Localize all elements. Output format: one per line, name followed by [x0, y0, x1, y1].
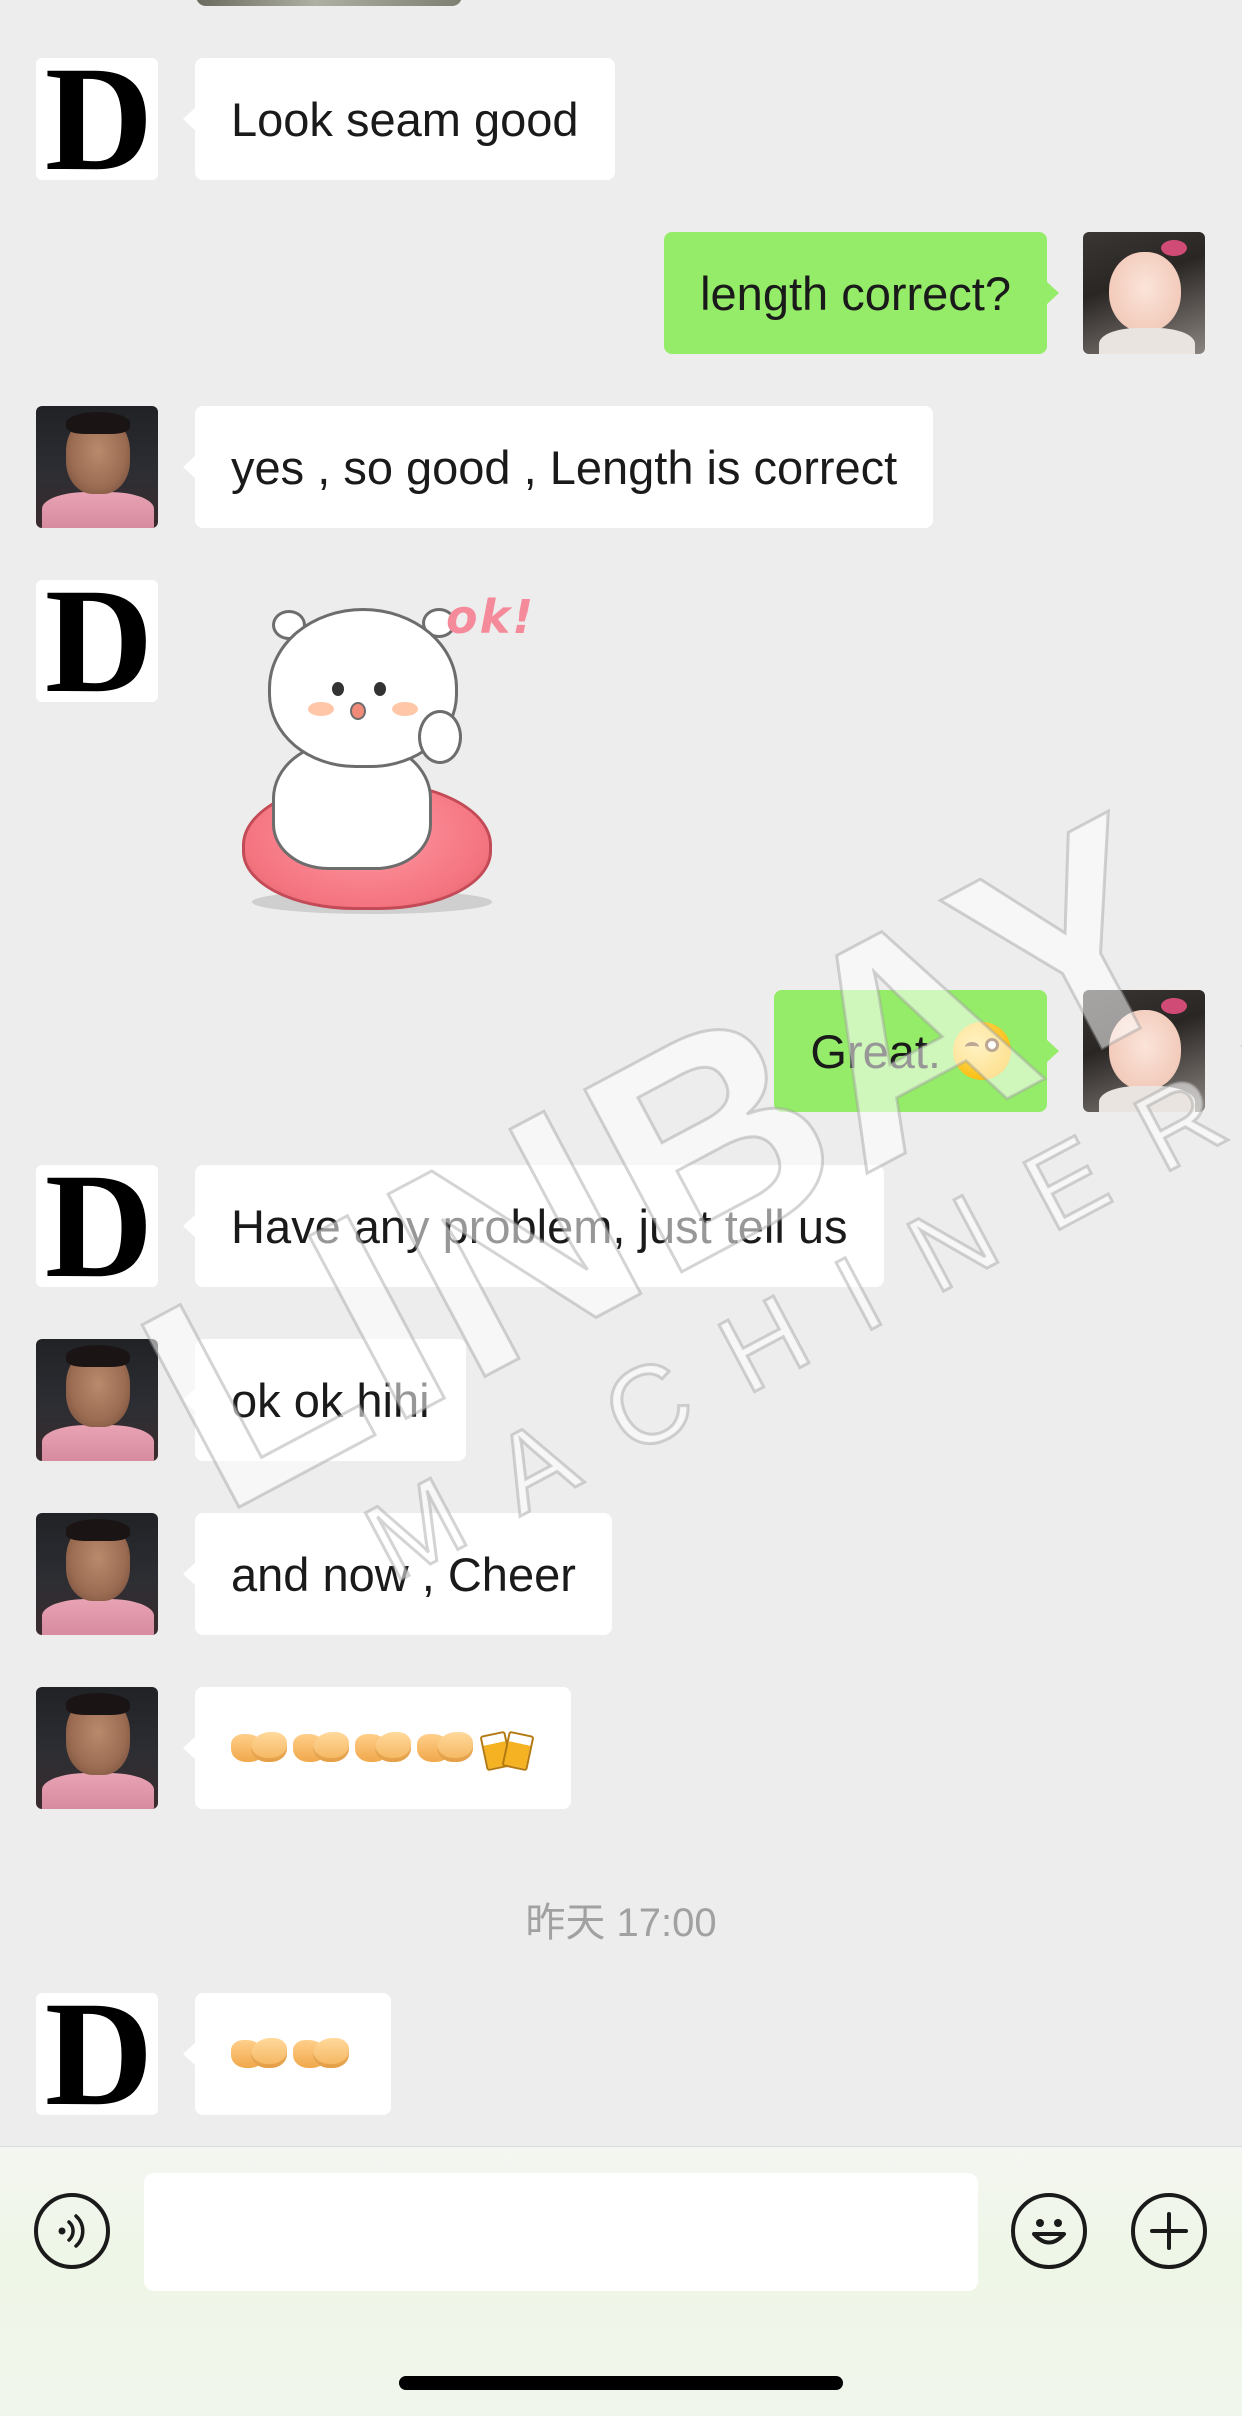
smiley-icon [1032, 2219, 1066, 2245]
avatar-shirt [42, 1599, 154, 1635]
winking-face-icon [953, 1022, 1011, 1080]
avatar-bow [1161, 998, 1187, 1014]
handshake-icon [231, 1728, 287, 1768]
message-bubble-incoming[interactable]: yes , so good , Length is correct [182, 406, 934, 528]
sticker-ok-text: ok! [446, 590, 536, 644]
handshake-icon [355, 1728, 411, 1768]
sticker-bear-blush [392, 702, 418, 716]
message-bubble-outgoing[interactable]: Great. [774, 990, 1059, 1112]
avatar-letter: D [44, 580, 153, 702]
sticker-bear-paw [418, 710, 462, 764]
message-bubble-incoming[interactable]: ok ok hihi [183, 1339, 466, 1461]
message-bubble-incoming[interactable]: Look seam good [183, 58, 615, 180]
sticker-bear-mouth [350, 702, 366, 720]
handshake-icon [293, 2034, 349, 2074]
avatar-bow [1161, 240, 1187, 256]
handshake-icon [417, 1728, 473, 1768]
avatar-shirt [42, 1773, 154, 1809]
sticker-bear-blush [308, 702, 334, 716]
avatar-shirt [42, 1425, 154, 1461]
handshake-icon [231, 2034, 287, 2074]
previous-image-message[interactable] [196, 0, 462, 6]
avatar-hair [66, 1693, 130, 1715]
avatar-shirt [42, 492, 154, 528]
avatar-d-logo[interactable]: D [36, 1993, 158, 2115]
avatar-contact[interactable] [36, 1339, 158, 1461]
avatar-contact[interactable] [36, 406, 158, 528]
message-input[interactable] [144, 2173, 978, 2291]
avatar-face [1109, 252, 1181, 332]
message-bubble-incoming[interactable]: Have any problem, just tell us [183, 1165, 884, 1287]
plus-button[interactable] [1131, 2193, 1207, 2269]
clinking-beer-mugs-icon [479, 1723, 535, 1773]
avatar-contact[interactable] [36, 1687, 158, 1809]
plus-icon [1150, 2212, 1188, 2250]
message-bubble-incoming[interactable] [183, 1687, 571, 1809]
voice-icon [58, 2214, 85, 2248]
avatar-d-logo[interactable]: D [36, 580, 158, 702]
avatar-self[interactable] [1083, 232, 1205, 354]
avatar-hair [66, 412, 130, 434]
avatar-face [1109, 1010, 1181, 1090]
avatar-letter: D [44, 58, 153, 180]
avatar-body [1099, 328, 1195, 354]
handshake-icon [293, 1728, 349, 1768]
bear-ok-sticker[interactable]: ok! [232, 590, 552, 935]
sticker-bear-eye [332, 682, 344, 696]
avatar-hair [66, 1345, 130, 1367]
avatar-letter: D [44, 1165, 153, 1287]
chat-screen: D Look seam good length correct? yes , s… [0, 0, 1242, 2416]
voice-button[interactable] [34, 2193, 110, 2269]
sticker-bear-eye [374, 682, 386, 696]
message-bubble-incoming[interactable] [183, 1993, 391, 2115]
emoji-button[interactable] [1011, 2193, 1087, 2269]
avatar-letter: D [44, 1993, 153, 2115]
avatar-body [1099, 1086, 1195, 1112]
timestamp: 昨天 17:00 [525, 1901, 717, 1945]
message-bubble-incoming[interactable]: and now , Cheer [183, 1513, 612, 1635]
avatar-d-logo[interactable]: D [36, 58, 158, 180]
avatar-contact[interactable] [36, 1513, 158, 1635]
message-text: Great. [810, 1024, 941, 1078]
message-bubble-outgoing[interactable]: length correct? [664, 232, 1059, 354]
home-indicator[interactable] [399, 2376, 843, 2390]
avatar-self[interactable] [1083, 990, 1205, 1112]
avatar-hair [66, 1519, 130, 1541]
avatar-d-logo[interactable]: D [36, 1165, 158, 1287]
